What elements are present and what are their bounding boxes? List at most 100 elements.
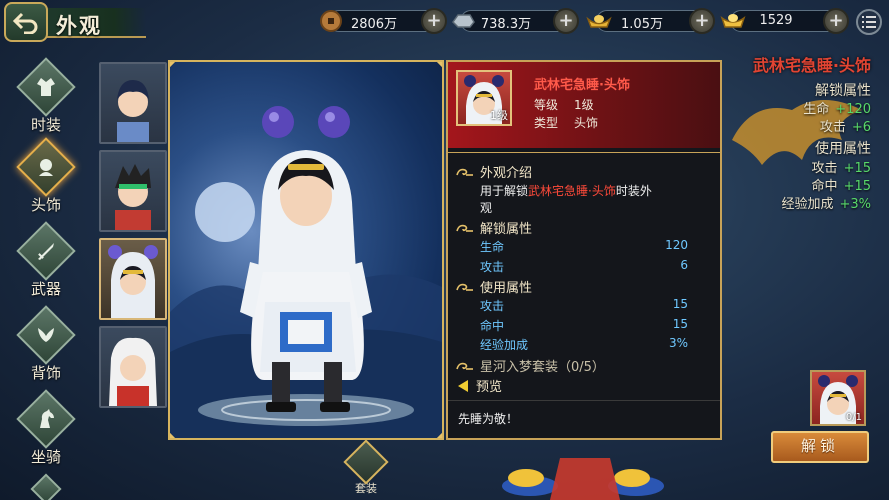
headwear-thumb-1[interactable] [99, 62, 167, 144]
side-stat-label: 命中 [811, 179, 838, 194]
tab-fashion-label: 时装 [30, 116, 61, 134]
section-use: 使用属性 [456, 277, 532, 296]
tab-more[interactable] [12, 473, 80, 500]
side-item-name: 武林宅急睡·头饰 [752, 56, 871, 75]
head-icon [39, 159, 53, 176]
side-use-stat: 命中 +15 [812, 175, 871, 194]
side-unlock-stat: 生命 +120 [803, 98, 871, 117]
use-stat-row: 命中 15 [480, 317, 688, 334]
tab-weapon-label: 武器 [30, 280, 61, 298]
intro-title: 外观介绍 [480, 166, 533, 181]
stat-value: 6 [680, 258, 688, 272]
add-copper-button[interactable]: + [421, 8, 447, 34]
preview-label: 预览 [476, 380, 503, 395]
side-stat-value: +15 [843, 161, 871, 176]
divider [448, 152, 720, 153]
currency-gold: 1.05万 + [586, 8, 715, 34]
side-stat-label: 生命 [803, 102, 830, 117]
tab-back-accessory[interactable]: 背饰 [12, 305, 80, 388]
character-portrait [108, 245, 158, 318]
item-name: 武林宅急睡·头饰 [534, 78, 630, 93]
add-yuanbao-button[interactable]: + [823, 8, 849, 34]
stat-label: 命中 [480, 319, 505, 333]
add-silver-button[interactable]: + [553, 8, 579, 34]
unlock-stat-row: 生命 120 [480, 238, 688, 255]
tab-headwear[interactable]: 头饰 [12, 137, 80, 220]
copper-value: 2806万 [350, 17, 398, 32]
back-arrow-icon [12, 12, 38, 34]
tab-mount-label: 坐骑 [30, 448, 61, 466]
tab-weapon[interactable]: 武器 [12, 221, 80, 304]
intro-text-line1: 用于解锁武林宅急睡·头饰时装外 [480, 182, 652, 199]
cloud-swirl-icon [456, 362, 473, 370]
tab-back-accessory-label: 背饰 [30, 364, 61, 382]
more-tab-emblem [30, 473, 62, 500]
cloud-swirl-icon [456, 168, 473, 176]
item-icon: 1级 [456, 70, 512, 126]
silver-value: 738.3万 [480, 17, 532, 32]
side-stat-value: +6 [851, 120, 871, 135]
sword-icon [38, 243, 54, 260]
set-title: 星河入梦套装（0/5） [480, 360, 605, 375]
back-button[interactable] [4, 2, 48, 42]
item-icon-level: 1级 [490, 109, 508, 122]
gold-value: 1.05万 [621, 17, 663, 32]
unlock-stat-row: 攻击 6 [480, 258, 688, 275]
unlock-button[interactable]: 解锁 [771, 431, 869, 463]
section-intro: 外观介绍 [456, 162, 532, 181]
currency-copper: 2806万 + [320, 8, 447, 34]
cloud-swirl-icon [456, 224, 473, 232]
item-info-panel: 1级 武林宅急睡·头饰 等级 1级 类型 头饰 外观介绍 用于解锁武林宅急睡·头… [446, 60, 722, 440]
side-stat-label: 攻击 [819, 120, 846, 135]
wing-icon [38, 328, 54, 342]
side-stat-value: +15 [843, 179, 871, 194]
item-type-row: 类型 头饰 [534, 114, 598, 131]
headwear-thumb-2[interactable] [99, 150, 167, 232]
section-set: 星河入梦套装（0/5） [456, 356, 605, 375]
level-value: 1级 [574, 98, 594, 112]
headwear-thumb-4[interactable] [99, 326, 167, 408]
horse-icon [40, 409, 54, 428]
currency-yuanbao: 1529 + [720, 8, 849, 34]
character-feet-decoration [502, 458, 664, 500]
side-stat-value: +120 [835, 102, 871, 117]
character-portrait [117, 80, 149, 142]
robe-icon [37, 78, 55, 96]
add-gold-button[interactable]: + [689, 8, 715, 34]
cloud-swirl-icon [456, 283, 473, 291]
tab-headwear-label: 头饰 [30, 196, 61, 214]
character-portrait [109, 337, 157, 406]
side-use-stat: 攻击 +15 [812, 157, 871, 176]
preview-link[interactable]: 预览 [456, 376, 502, 395]
headwear-thumb-3-selected[interactable] [99, 238, 167, 320]
character-portrait [115, 164, 151, 230]
triangle-left-icon [458, 379, 468, 392]
menu-button[interactable] [856, 9, 882, 35]
suit-emblem-icon [343, 439, 389, 485]
side-unlock-title: 解锁属性 [815, 83, 871, 99]
section-unlock: 解锁属性 [456, 218, 532, 237]
character-preview[interactable] [168, 60, 444, 440]
stat-value: 15 [672, 317, 688, 331]
yuanbao-value: 1529 [759, 13, 793, 28]
suit-button[interactable]: 套装 [343, 439, 389, 498]
tab-fashion[interactable]: 时装 [12, 57, 80, 140]
stat-value: 3% [668, 336, 688, 350]
intro-text-line2: 观 [480, 201, 493, 215]
side-stat-label: 攻击 [811, 161, 838, 176]
item-flavor-text: 先睡为敬！ [458, 412, 519, 426]
level-label: 等级 [534, 98, 559, 112]
stat-label: 生命 [480, 240, 505, 254]
intro-suffix: 时装外 [615, 184, 652, 198]
preview-scene [170, 106, 442, 438]
owned-item-slot[interactable]: 0/1 [810, 370, 866, 426]
stat-label: 经验加成 [480, 338, 529, 352]
use-stat-row: 经验加成 3% [480, 336, 688, 353]
side-unlock-stat: 攻击 +6 [820, 116, 871, 135]
tab-mount[interactable]: 坐骑 [12, 389, 80, 472]
divider [448, 400, 720, 401]
use-stat-row: 攻击 15 [480, 297, 688, 314]
type-label: 类型 [534, 116, 559, 130]
side-use-stat: 经验加成 +3% [781, 193, 871, 212]
page-title: 外观 [56, 14, 102, 38]
